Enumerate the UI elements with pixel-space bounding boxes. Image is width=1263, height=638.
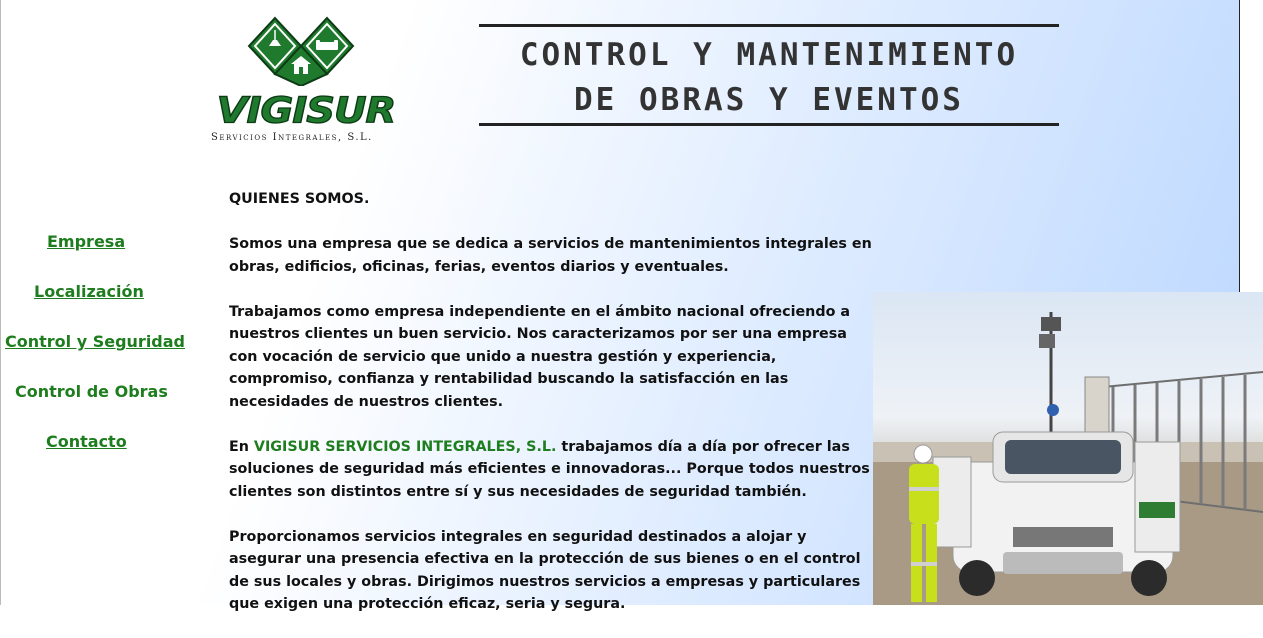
- nav-link-empresa[interactable]: Empresa: [47, 232, 125, 251]
- photo-illustration: [873, 312, 1263, 605]
- logo-wordmark: VIGISUR: [216, 90, 397, 133]
- paragraph-3: En VIGISUR SERVICIOS INTEGRALES, S.L. tr…: [229, 436, 879, 504]
- header-title-line-1: CONTROL Y MANTENIMIENTO: [519, 37, 1019, 73]
- paragraph-1: Somos una empresa que se dedica a servic…: [229, 236, 872, 275]
- section-heading: QUIENES SOMOS.: [229, 191, 370, 207]
- paragraph-2: Trabajamos como empresa independiente en…: [229, 303, 851, 410]
- paragraph-4: Proporcionamos servicios integrales en s…: [229, 528, 861, 613]
- header-title-banner: CONTROL Y MANTENIMIENTO DE OBRAS Y EVENT…: [479, 24, 1059, 126]
- company-name: VIGISUR SERVICIOS INTEGRALES, S.L.: [253, 438, 557, 455]
- main-content: QUIENES SOMOS. Somos una empresa que se …: [229, 188, 879, 638]
- paragraph-3-prefix: En: [229, 438, 254, 455]
- header-title-line-2: DE OBRAS Y EVENTOS: [574, 82, 964, 118]
- logo-subtitle: Servicios Integrales, S.L.: [211, 132, 373, 143]
- diamond-house-icon: [247, 16, 355, 86]
- vigisur-logo[interactable]: VIGISUR Servicios Integrales, S.L.: [201, 16, 416, 146]
- nav-link-control-seguridad[interactable]: Control y Seguridad: [5, 332, 185, 351]
- nav-link-localizacion[interactable]: Localización: [34, 282, 144, 301]
- nav-link-contacto[interactable]: Contacto: [46, 432, 127, 451]
- security-vehicle-photo: [873, 292, 1263, 605]
- nav-link-control-obras[interactable]: Control de Obras: [15, 382, 168, 401]
